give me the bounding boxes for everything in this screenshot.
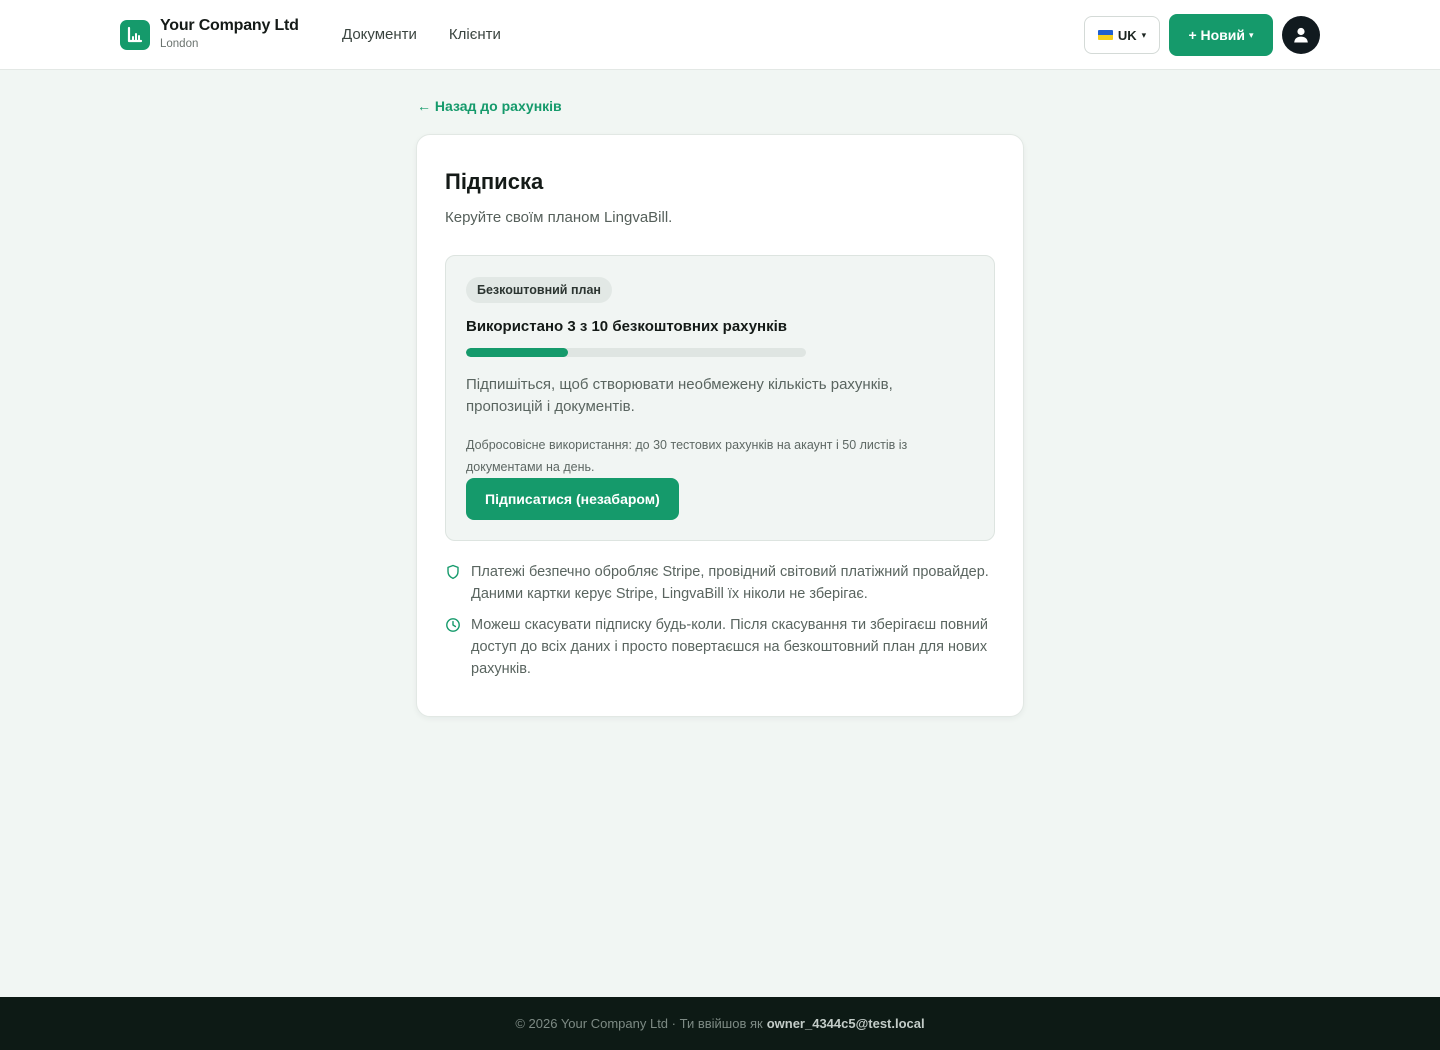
usage-progress-bar — [466, 348, 806, 357]
main-nav: Документи Клієнти — [342, 25, 501, 45]
ukraine-flag-icon — [1097, 30, 1113, 40]
back-to-invoices-link[interactable]: ← Назад до рахунків — [417, 97, 562, 115]
page-subtitle: Керуйте своїм планом LingvaBill. — [445, 209, 673, 226]
upgrade-description: Підпишіться, щоб створювати необмежену к… — [466, 376, 893, 415]
language-label: UK — [1117, 27, 1137, 43]
company-brand[interactable]: Your Company Ltd London — [120, 16, 299, 52]
nav-item-clients[interactable]: Клієнти — [449, 25, 501, 45]
page-footer: © 2026 Your Company Ltd · Ти ввійшов як … — [0, 997, 1440, 1050]
page-title: Підписка — [445, 169, 544, 194]
footer-copyright: © 2026 Your Company Ltd · Ти ввійшов як — [515, 1016, 763, 1031]
current-plan-panel: Безкоштовний план Використано 3 з 10 без… — [445, 255, 995, 541]
company-name: Your Company Ltd — [160, 17, 299, 34]
chevron-down-icon: ▾ — [1141, 29, 1147, 40]
subscription-card: Підписка Керуйте своїм планом LingvaBill… — [416, 134, 1024, 717]
nav-item-documents[interactable]: Документи — [342, 25, 417, 45]
info-text: Платежі безпечно обробляє Stripe, провід… — [471, 564, 989, 602]
bar-chart-logo-icon — [120, 20, 150, 50]
usage-progress-fill — [466, 348, 568, 357]
fair-use-note: Добросовісне використання: до 30 тестови… — [466, 438, 908, 474]
info-item-payments: Платежі безпечно обробляє Stripe, провід… — [445, 561, 991, 605]
plan-badge: Безкоштовний план — [466, 277, 612, 303]
subscribe-button[interactable]: Підписатися (незабаром) — [466, 478, 679, 520]
info-text: Можеш скасувати підписку будь-коли. Післ… — [471, 617, 988, 677]
usage-summary: Використано 3 з 10 безкоштовних рахунків — [466, 318, 788, 335]
language-selector[interactable]: UK ▾ — [1084, 16, 1160, 54]
top-navigation-bar: Your Company Ltd London Документи Клієнт… — [0, 0, 1440, 70]
clock-icon — [446, 618, 460, 632]
shield-icon — [447, 564, 459, 580]
chevron-down-icon: ▾ — [1249, 29, 1254, 40]
company-city: London — [160, 38, 199, 50]
user-avatar-button[interactable] — [1282, 16, 1320, 54]
info-item-cancel: Можеш скасувати підписку будь-коли. Післ… — [445, 614, 991, 680]
user-icon — [1294, 27, 1308, 43]
new-button-label: + Новий — [1188, 27, 1245, 43]
new-document-button[interactable]: + Новий ▾ — [1169, 14, 1273, 56]
footer-user-email: owner_4344c5@test.local — [766, 1016, 925, 1031]
